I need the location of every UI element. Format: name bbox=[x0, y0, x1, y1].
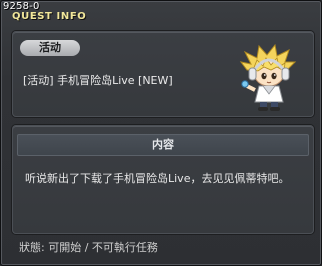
window-title: QUEST INFO bbox=[12, 11, 87, 22]
npc-portrait bbox=[239, 43, 297, 111]
details-section-header: 内容 bbox=[17, 134, 309, 156]
quest-header-panel: 活动 [活动] 手机冒险岛Live [NEW] bbox=[12, 31, 314, 117]
quest-category-badge: 活动 bbox=[20, 40, 80, 56]
quest-name: [活动] 手机冒险岛Live [NEW] bbox=[23, 74, 173, 87]
quest-status: 狀態: 可開始 / 不可執行任務 bbox=[19, 241, 158, 254]
quest-description: 听说新出了下载了手机冒险岛Live，去见见佩蒂特吧。 bbox=[25, 172, 290, 185]
quest-info-window: 9258-0 QUEST INFO 活动 [活动] 手机冒险岛Live [NEW… bbox=[0, 0, 322, 266]
quest-details-panel: 内容 听说新出了下载了手机冒险岛Live，去见见佩蒂特吧。 bbox=[12, 125, 314, 234]
